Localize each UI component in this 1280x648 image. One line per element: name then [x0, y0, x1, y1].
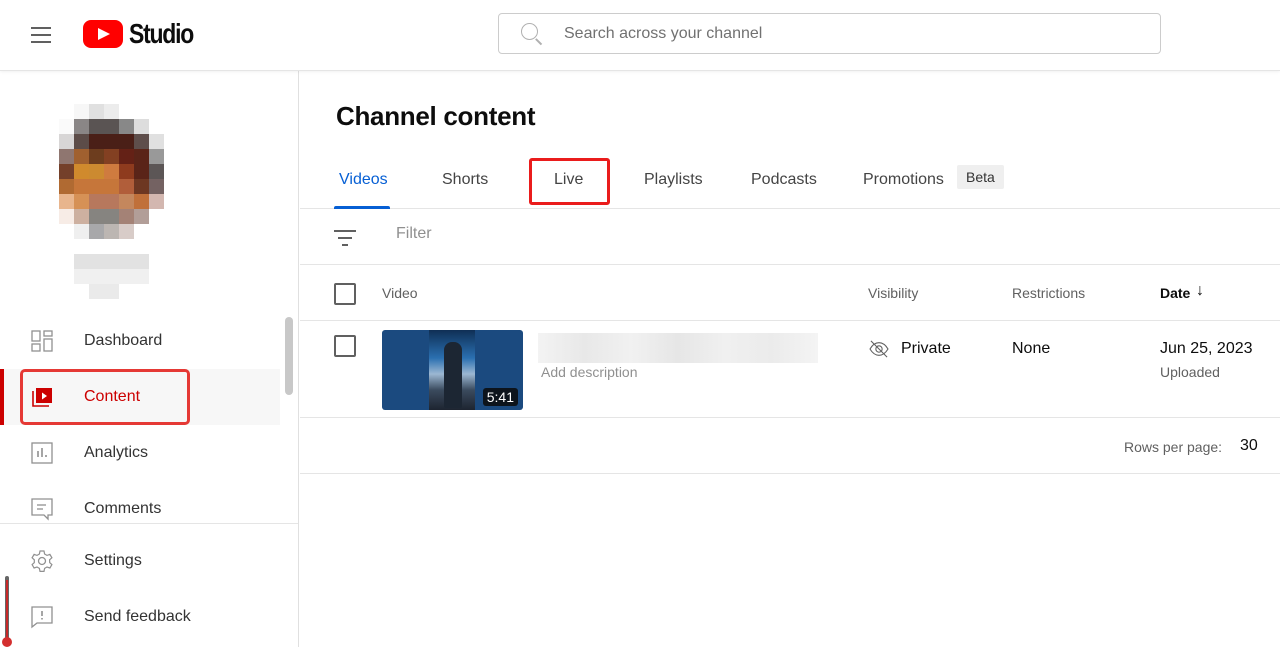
column-header-visibility[interactable]: Visibility — [868, 285, 918, 301]
sort-arrow-icon[interactable]: ↓ — [1196, 282, 1204, 300]
tab-shorts[interactable]: Shorts — [442, 171, 488, 189]
page-title: Channel content — [336, 101, 536, 131]
pagination-bar: Rows per page: 30 — [300, 418, 1280, 474]
table-row[interactable]: 5:41 Add description Private None Jun 25… — [300, 321, 1280, 418]
sidebar-item-label: Comments — [84, 500, 162, 517]
sidebar-scrollbar[interactable] — [285, 317, 293, 395]
channel-avatar[interactable] — [44, 89, 254, 299]
thumbnail-figure — [444, 342, 462, 408]
sidebar-item-label: Content — [84, 388, 141, 405]
sidebar-item-label: Dashboard — [84, 332, 163, 349]
column-header-video: Video — [382, 285, 418, 301]
column-header-restrictions[interactable]: Restrictions — [1012, 285, 1085, 301]
sidebar-item-label: Settings — [84, 552, 142, 569]
content-icon — [32, 388, 52, 407]
rows-per-page-select[interactable]: 30 — [1240, 437, 1258, 455]
youtube-studio-logo[interactable]: Studio — [83, 18, 207, 50]
content-tabs: Videos Shorts Live Playlists Podcasts Pr… — [300, 158, 1280, 209]
dashboard-icon — [31, 330, 53, 352]
search-icon — [521, 22, 543, 45]
tab-live[interactable]: Live — [554, 171, 583, 189]
beta-badge: Beta — [957, 165, 1004, 189]
video-description[interactable]: Add description — [541, 364, 638, 380]
menu-line — [31, 27, 51, 29]
menu-line — [31, 34, 51, 36]
sidebar-divider — [0, 523, 298, 524]
search-input[interactable] — [564, 24, 1124, 43]
row-checkbox[interactable] — [334, 335, 356, 357]
tab-videos[interactable]: Videos — [339, 171, 388, 189]
sidebar-item-label: Send feedback — [84, 608, 191, 625]
comments-icon — [31, 498, 53, 521]
thermometer-icon — [2, 576, 12, 647]
sidebar-item-analytics[interactable]: Analytics — [0, 425, 280, 481]
menu-line — [31, 41, 51, 43]
video-thumbnail[interactable]: 5:41 — [382, 330, 523, 410]
select-all-checkbox[interactable] — [334, 283, 356, 305]
active-indicator — [0, 369, 4, 425]
sidebar: Dashboard Content Analytics Comments Set… — [0, 71, 299, 647]
filter-icon[interactable] — [334, 228, 356, 246]
tab-playlists[interactable]: Playlists — [644, 171, 703, 189]
avatar-image — [59, 104, 164, 299]
rows-per-page-label: Rows per page: — [1124, 439, 1223, 455]
video-title-redacted[interactable] — [538, 333, 818, 363]
feedback-icon — [31, 606, 53, 629]
visibility-cell[interactable]: Private — [868, 340, 951, 358]
logo-text: Studio — [129, 18, 194, 49]
sidebar-item-send-feedback[interactable]: Send feedback — [0, 589, 280, 645]
hamburger-menu-button[interactable] — [28, 22, 54, 48]
video-duration: 5:41 — [482, 388, 518, 406]
main-content: Channel content Videos Shorts Live Playl… — [300, 71, 1280, 647]
table-header: Video Visibility Restrictions Date ↓ — [300, 265, 1280, 321]
date-value: Jun 25, 2023 — [1160, 340, 1253, 357]
tab-promotions[interactable]: Promotions — [863, 171, 944, 189]
search-box[interactable] — [498, 13, 1161, 54]
filter-input[interactable] — [396, 225, 796, 243]
eye-off-icon — [869, 340, 889, 358]
tab-podcasts[interactable]: Podcasts — [751, 171, 817, 189]
sidebar-item-comments[interactable]: Comments — [0, 481, 280, 537]
sidebar-item-label: Analytics — [84, 444, 149, 461]
analytics-icon — [31, 442, 53, 464]
visibility-value: Private — [901, 340, 951, 357]
sidebar-item-content[interactable]: Content — [0, 369, 280, 425]
sidebar-item-settings[interactable]: Settings — [0, 533, 280, 589]
sidebar-item-dashboard[interactable]: Dashboard — [0, 313, 280, 369]
gear-icon — [31, 550, 53, 572]
restrictions-value: None — [1012, 340, 1051, 357]
column-header-date[interactable]: Date — [1160, 285, 1190, 301]
date-status: Uploaded — [1160, 364, 1220, 380]
filter-bar — [300, 209, 1280, 265]
youtube-play-icon — [83, 20, 123, 48]
top-bar: Studio — [0, 0, 1280, 71]
